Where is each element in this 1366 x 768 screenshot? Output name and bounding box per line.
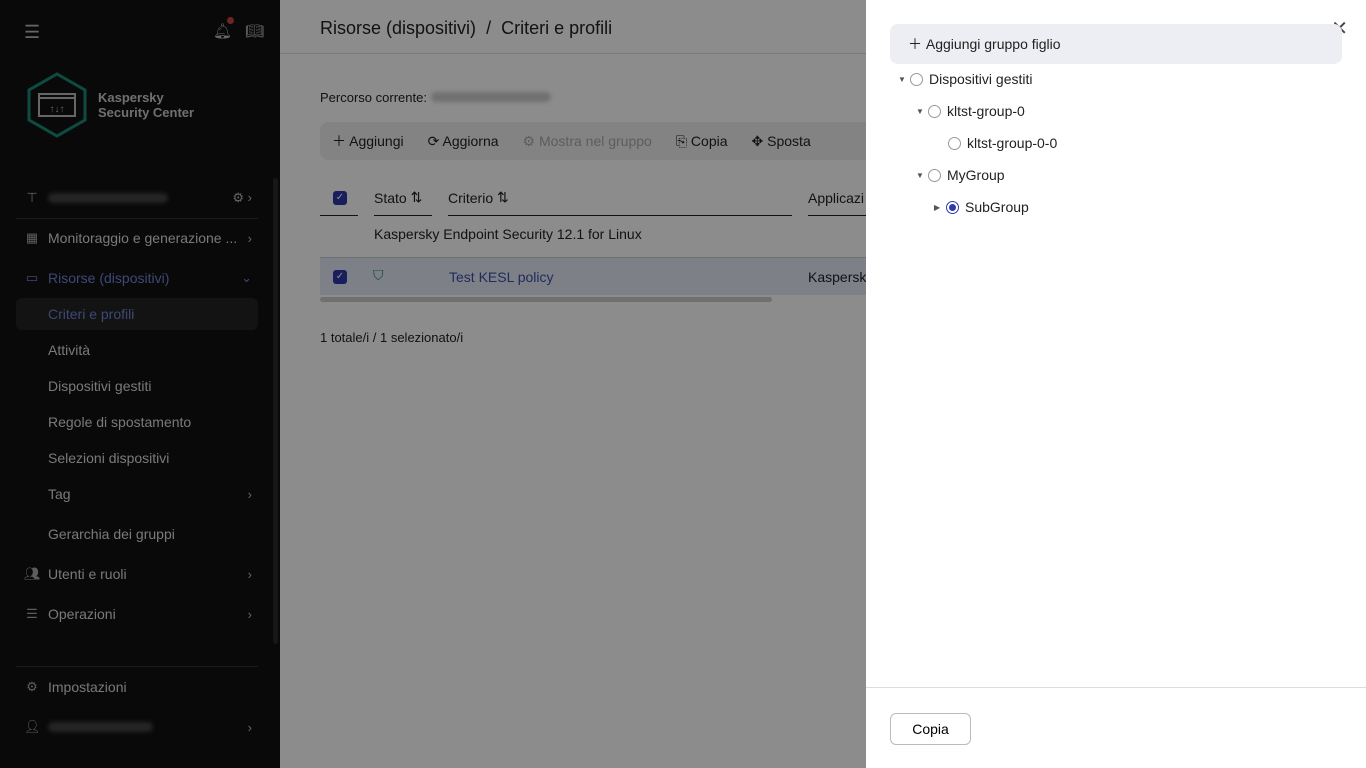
modal-overlay[interactable]	[0, 0, 866, 768]
add-child-group-button[interactable]: ＋ Aggiungi gruppo figlio	[890, 24, 1342, 64]
tree-node[interactable]: kltst-group-0-0	[936, 133, 1057, 153]
panel-footer: Copia	[866, 687, 1366, 768]
tree-node[interactable]: ▼ MyGroup	[916, 165, 1005, 185]
radio-selected[interactable]	[946, 200, 959, 214]
tree-node[interactable]: ▶ SubGroup	[934, 197, 1029, 217]
radio[interactable]	[948, 136, 961, 150]
label: kltst-group-0	[947, 103, 1025, 119]
caret-down-icon[interactable]: ▼	[916, 107, 928, 116]
caret-right-icon[interactable]: ▶	[934, 203, 946, 212]
radio[interactable]	[928, 168, 941, 182]
label: Dispositivi gestiti	[929, 71, 1033, 87]
label: SubGroup	[965, 199, 1029, 215]
radio[interactable]	[928, 104, 941, 118]
caret-down-icon[interactable]: ▼	[916, 171, 928, 180]
tree-node[interactable]: ▼ Dispositivi gestiti	[898, 69, 1032, 89]
label: Aggiungi gruppo figlio	[925, 36, 1061, 52]
copy-target-panel: ✕ ＋ Aggiungi gruppo figlio ▼Dispositivi …	[866, 0, 1366, 768]
label: MyGroup	[947, 167, 1005, 183]
label: kltst-group-0-0	[967, 135, 1058, 151]
copy-confirm-button[interactable]: Copia	[890, 713, 971, 745]
tree-node[interactable]: ▼ kltst-group-0	[916, 101, 1025, 121]
radio[interactable]	[910, 72, 923, 86]
caret-down-icon[interactable]: ▼	[898, 75, 910, 84]
